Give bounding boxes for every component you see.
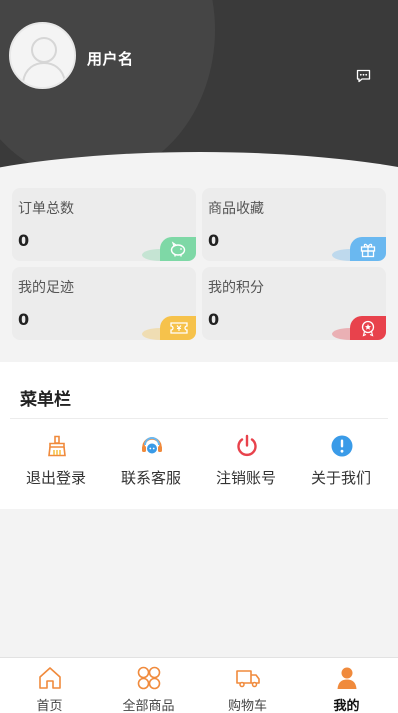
broom-icon (45, 434, 69, 458)
menu-item-label: 关于我们 (310, 469, 371, 487)
stat-label: 订单总数 (18, 201, 74, 217)
tab-label: 首页 (36, 699, 63, 713)
stat-card-orders[interactable]: 订单总数 0 (12, 188, 196, 261)
piggy-bank-icon (160, 237, 196, 261)
divider (10, 418, 388, 419)
grid-icon (136, 665, 162, 691)
stat-card-points[interactable]: 我的积分 0 (202, 267, 386, 340)
tab-label: 全部商品 (122, 699, 175, 713)
menu-panel: 菜单栏 退出登录 联系客服 注销账号 关于我们 (0, 362, 398, 509)
menu-item-logout[interactable]: 退出登录 (11, 434, 101, 494)
person-icon (334, 665, 360, 691)
bottom-tab-bar: 首页 全部商品 购物车 我的 (0, 657, 398, 713)
profile-page: 用户名 订单总数 0 商品收藏 0 我的足迹 0 我的积分 0 菜单栏 退出登录… (0, 0, 398, 713)
menu-item-label: 退出登录 (25, 469, 86, 487)
headset-icon (140, 434, 164, 458)
menu-item-about[interactable]: 关于我们 (296, 434, 386, 494)
profile-header: 用户名 (0, 0, 398, 175)
tab-all-products[interactable]: 全部商品 (99, 658, 198, 713)
stat-label: 我的积分 (208, 280, 264, 296)
menu-item-label: 注销账号 (215, 469, 276, 487)
power-icon (235, 434, 259, 458)
stat-value: 0 (18, 231, 30, 250)
menu-item-customer-service[interactable]: 联系客服 (106, 434, 196, 494)
menu-title: 菜单栏 (20, 390, 71, 410)
stat-value: 0 (208, 231, 220, 250)
info-icon (330, 434, 354, 458)
user-avatar-icon[interactable] (9, 22, 76, 89)
tab-label: 我的 (333, 699, 360, 713)
message-icon[interactable] (356, 68, 371, 83)
stat-label: 商品收藏 (208, 201, 264, 217)
medal-icon (350, 316, 386, 340)
menu-item-label: 联系客服 (120, 469, 181, 487)
home-icon (37, 665, 63, 691)
tab-cart[interactable]: 购物车 (198, 658, 297, 713)
stat-card-footprints[interactable]: 我的足迹 0 (12, 267, 196, 340)
menu-item-deactivate[interactable]: 注销账号 (201, 434, 291, 494)
tab-label: 购物车 (227, 699, 267, 713)
stats-grid: 订单总数 0 商品收藏 0 我的足迹 0 我的积分 0 (12, 188, 386, 340)
coupon-icon (160, 316, 196, 340)
truck-icon (235, 665, 261, 691)
stat-label: 我的足迹 (18, 280, 74, 296)
tab-mine[interactable]: 我的 (297, 658, 396, 713)
stat-card-favorites[interactable]: 商品收藏 0 (202, 188, 386, 261)
username[interactable]: 用户名 (87, 48, 134, 69)
stat-value: 0 (208, 310, 220, 329)
stat-value: 0 (18, 310, 30, 329)
tab-home[interactable]: 首页 (0, 658, 99, 713)
gift-icon (350, 237, 386, 261)
